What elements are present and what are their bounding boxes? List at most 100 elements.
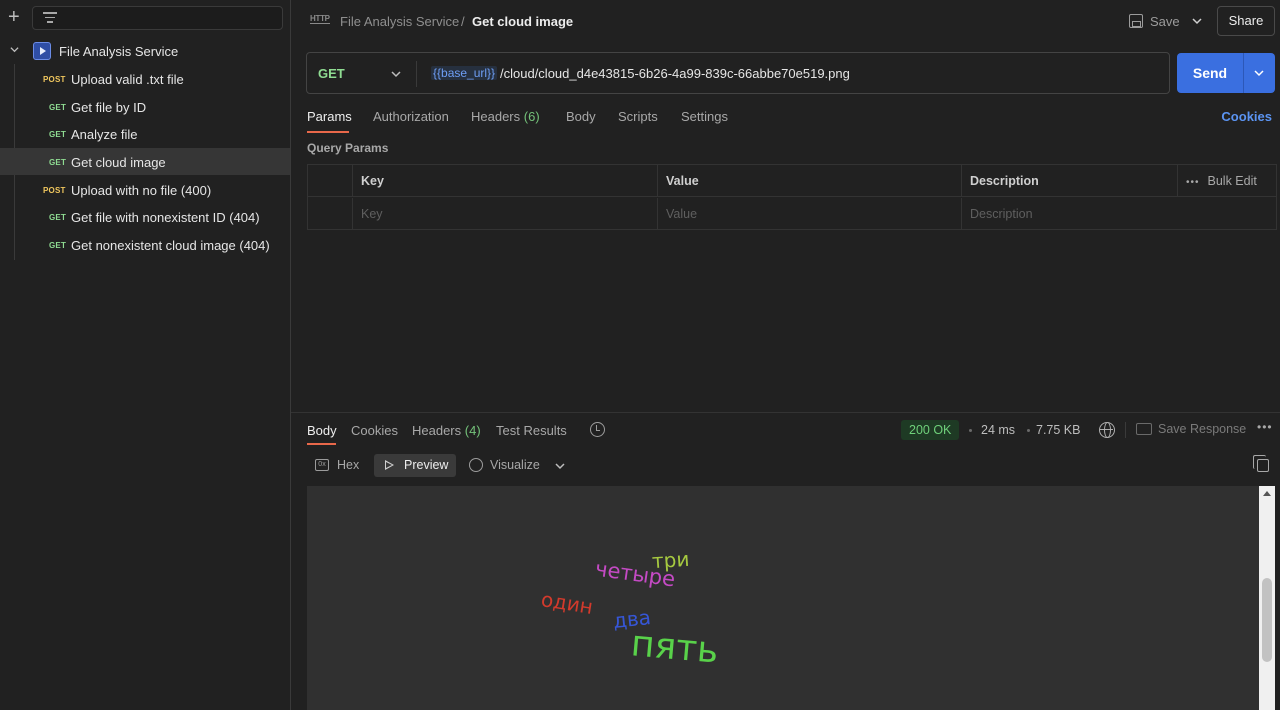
headers-count: (6) [523,109,540,124]
visualize-button[interactable]: Visualize [465,454,545,477]
sidebar-request-item[interactable]: GET Get file by ID [0,93,290,120]
send-button-group[interactable]: Send [1177,53,1275,93]
tab-authorization[interactable]: Authorization [373,109,449,124]
sidebar: + File Analysis Service POST Upload vali… [0,0,291,710]
method-badge: GET [49,103,67,112]
query-params-table: Key Value Description ••• Bulk Edit Key V… [307,164,1277,230]
url-input[interactable]: /cloud/cloud_d4e43815-6b26-4a99-839c-66a… [500,66,850,81]
key-input[interactable]: Key [352,198,657,230]
hex-label: Hex [337,458,360,472]
preview-button[interactable]: Preview [374,454,456,477]
method-badge: GET [49,213,67,222]
tab-response-body[interactable]: Body [307,423,337,438]
pane-divider[interactable] [291,412,1280,413]
tab-response-cookies[interactable]: Cookies [351,423,398,438]
sidebar-request-item[interactable]: GET Get file with nonexistent ID (404) [0,203,290,230]
save-button[interactable]: Save [1150,14,1180,29]
response-view-modes: 0x Hex Preview Visualize [307,454,1277,478]
request-header: HTTP File Analysis Service / Get cloud i… [291,0,1280,44]
http-icon: HTTP [310,14,330,24]
sidebar-request-item[interactable]: GET Get nonexistent cloud image (404) [0,231,290,258]
preview-scrollbar[interactable] [1259,486,1275,710]
request-tabs: Params Authorization Headers (6) Body Sc… [307,106,1277,136]
add-icon[interactable]: + [8,7,24,27]
more-icon[interactable]: ••• [1257,420,1273,434]
request-label: Upload valid .txt file [71,72,184,87]
copy-icon[interactable] [1253,455,1269,472]
collection-icon [33,42,51,60]
request-label: Get cloud image [71,155,166,170]
play-icon [385,460,394,470]
tab-settings[interactable]: Settings [681,109,728,124]
response-tabs: Body Cookies Headers (4) Test Results 20… [307,420,1277,445]
chevron-down-icon[interactable] [1254,68,1264,78]
method-badge: POST [43,186,66,195]
filter-input[interactable] [32,6,283,30]
chevron-down-icon[interactable] [555,461,565,471]
bulk-edit-button[interactable]: ••• Bulk Edit [1186,165,1257,197]
main-panel: HTTP File Analysis Service / Get cloud i… [291,0,1280,710]
tab-test-results[interactable]: Test Results [496,423,567,438]
method-badge: GET [49,130,67,139]
status-badge[interactable]: 200 OK [901,420,960,440]
column-header-description: Description [961,165,1177,197]
share-button[interactable]: Share [1217,6,1275,36]
hex-button[interactable]: 0x Hex [307,454,363,477]
request-label: Analyze file [71,127,138,142]
description-input[interactable]: Description [961,198,1276,230]
method-badge: GET [49,158,67,167]
response-preview: три четыре один два пять [307,486,1259,710]
active-tab-indicator [307,131,349,133]
visualize-label: Visualize [490,458,540,472]
hex-icon: 0x [315,459,329,471]
method-badge: GET [49,241,67,250]
cookies-link[interactable]: Cookies [1221,109,1272,124]
table-header-row: Key Value Description ••• Bulk Edit [308,165,1276,197]
response-size[interactable]: 7.75 KB [1036,423,1080,437]
response-headers-count: (4) [464,423,481,438]
scrollbar-thumb[interactable] [1262,578,1272,662]
tab-params[interactable]: Params [307,109,352,124]
tab-response-headers-label: Headers [412,423,462,438]
response-time[interactable]: 24 ms [981,423,1015,437]
save-response-button[interactable]: Save Response [1158,422,1246,436]
more-icon: ••• [1186,177,1200,188]
url-bar[interactable]: GET {{base_url}} /cloud/cloud_d4e43815-6… [306,52,1170,94]
chevron-down-icon[interactable] [1192,16,1202,26]
sidebar-request-item[interactable]: POST Upload valid .txt file [0,65,290,92]
chevron-down-icon[interactable] [391,69,401,79]
globe-icon[interactable] [1099,422,1115,438]
request-label: Get file with nonexistent ID (404) [71,210,260,225]
sidebar-request-item[interactable]: POST Upload with no file (400) [0,176,290,203]
collection-name: File Analysis Service [59,44,179,59]
breadcrumb-collection[interactable]: File Analysis Service [340,14,459,29]
visualize-icon [469,458,483,472]
method-badge: POST [43,75,66,84]
tab-scripts[interactable]: Scripts [618,109,658,124]
request-label: Upload with no file (400) [71,183,212,198]
breadcrumb-request[interactable]: Get cloud image [472,14,573,29]
sidebar-toolbar: + [0,0,291,38]
send-button[interactable]: Send [1177,53,1243,93]
method-select[interactable]: GET [318,66,345,81]
collection-item[interactable]: File Analysis Service [0,38,290,64]
save-icon[interactable] [1129,14,1143,28]
filter-icon [43,12,57,24]
column-header-key: Key [352,165,657,197]
tab-body[interactable]: Body [566,109,596,124]
chevron-down-icon[interactable] [10,45,19,54]
breadcrumb-separator: / [461,14,465,29]
history-icon[interactable] [590,422,605,437]
tab-response-headers[interactable]: Headers (4) [412,423,481,438]
scroll-up-icon[interactable] [1263,491,1271,496]
value-input[interactable]: Value [657,198,961,230]
sidebar-request-item-active[interactable]: GET Get cloud image [0,148,290,175]
table-row: Key Value Description [308,198,1276,230]
url-variable[interactable]: {{base_url}} [431,66,498,80]
sidebar-request-item[interactable]: GET Analyze file [0,120,290,147]
bulk-edit-label: Bulk Edit [1207,174,1257,188]
column-header-value: Value [657,165,961,197]
divider [1125,422,1126,438]
tab-headers-label: Headers [471,109,521,124]
tab-headers[interactable]: Headers (6) [471,109,540,124]
